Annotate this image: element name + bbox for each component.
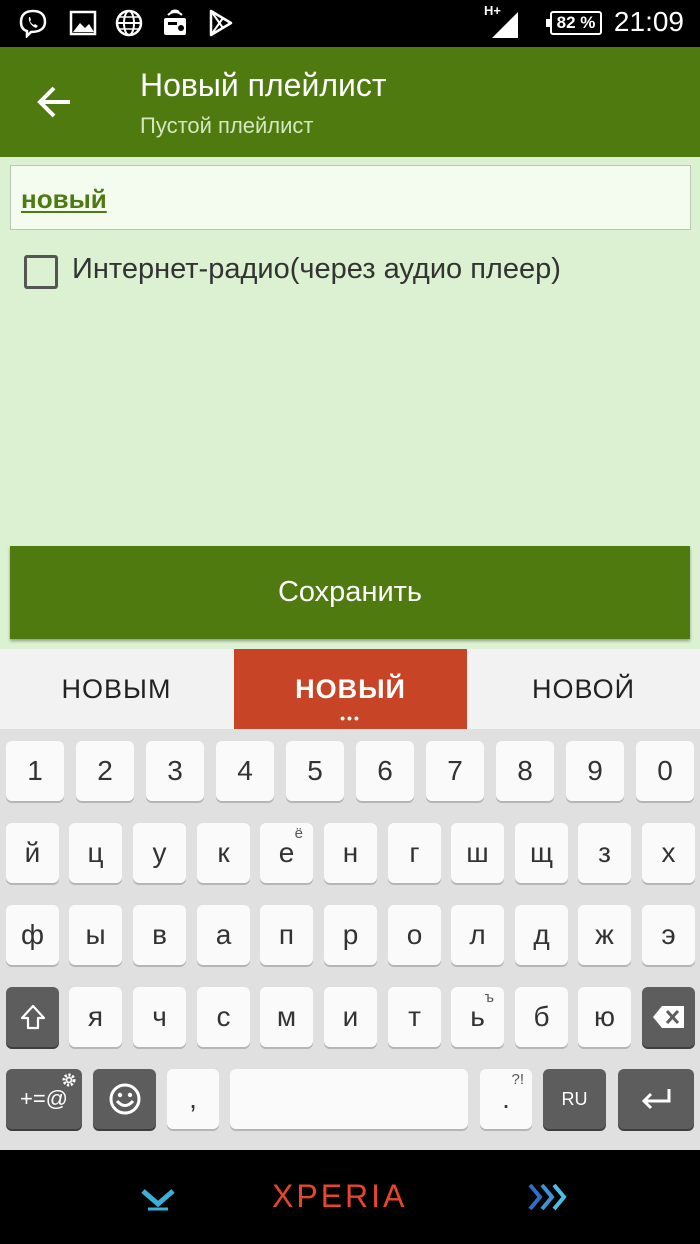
key-letter-label: ь (470, 1001, 485, 1032)
key-letter[interactable]: с (197, 987, 250, 1047)
image-icon (69, 10, 97, 36)
hide-keyboard-icon[interactable] (140, 1188, 176, 1212)
suggestion-bar: НОВЫМ НОВЫЙ ••• НОВОЙ (0, 649, 700, 729)
key-letter[interactable]: й (6, 823, 59, 883)
page-subtitle: Пустой плейлист (140, 113, 314, 138)
status-bar: H+ 82 % 21:09 (0, 0, 700, 47)
key-hint: ъ (484, 989, 494, 1006)
key-letter[interactable]: л (451, 905, 504, 965)
key-hint: ?! (511, 1071, 524, 1088)
key-letter[interactable]: ж (578, 905, 631, 965)
key-letter[interactable]: х (642, 823, 695, 883)
clock: 21:09 (613, 6, 684, 37)
key-letter[interactable]: о (388, 905, 441, 965)
key-letter[interactable]: у (133, 823, 186, 883)
key-letter[interactable]: г (388, 823, 441, 883)
playlist-name-input[interactable]: новый (10, 165, 691, 230)
signal-icon (492, 12, 518, 38)
save-button[interactable]: Сохранить (10, 546, 690, 639)
key-5[interactable]: 5 (286, 741, 344, 801)
symbols-key-label: +=@ (19, 1086, 69, 1111)
key-1[interactable]: 1 (6, 741, 64, 801)
key-3[interactable]: 3 (146, 741, 204, 801)
gear-icon (62, 1073, 76, 1087)
key-letter-e[interactable]: е ё (260, 823, 313, 883)
suggestion-item[interactable]: НОВЫМ (0, 649, 233, 729)
key-letter[interactable]: ы (69, 905, 122, 965)
key-letter[interactable]: н (324, 823, 377, 883)
key-letter[interactable]: ю (578, 987, 631, 1047)
playlist-form: новый Интернет-радио(через аудио плеер) … (0, 157, 700, 649)
playlist-name-value: новый (21, 184, 107, 214)
key-letter[interactable]: в (133, 905, 186, 965)
key-letter[interactable]: ч (133, 987, 186, 1047)
symbols-key[interactable]: +=@ (6, 1069, 82, 1129)
navigation-bar: XPERIA (0, 1150, 700, 1244)
key-7[interactable]: 7 (426, 741, 484, 801)
backspace-key[interactable] (642, 987, 695, 1047)
shift-icon (20, 1004, 45, 1030)
period-key[interactable]: . ?! (480, 1069, 532, 1129)
key-9[interactable]: 9 (566, 741, 624, 801)
key-letter[interactable]: ш (451, 823, 504, 883)
viber-icon (19, 9, 47, 38)
key-letter-label: е (278, 837, 295, 868)
key-6[interactable]: 6 (356, 741, 414, 801)
enter-key[interactable] (618, 1069, 694, 1129)
key-letter[interactable]: к (197, 823, 250, 883)
suggestion-item[interactable]: НОВОЙ (467, 649, 700, 729)
key-letter[interactable]: д (515, 905, 568, 965)
key-letter[interactable]: м (260, 987, 313, 1047)
key-letter[interactable]: щ (515, 823, 568, 883)
language-key[interactable]: RU (543, 1069, 606, 1129)
key-letter[interactable]: я (69, 987, 122, 1047)
suggestion-selected-label: НОВЫЙ (295, 673, 406, 704)
key-letter[interactable]: р (324, 905, 377, 965)
emoji-icon (109, 1083, 140, 1115)
battery-icon: 82 % (546, 11, 602, 35)
play-store-icon (209, 9, 233, 37)
internet-radio-label[interactable]: Интернет-радио(через аудио плеер) (72, 253, 561, 286)
key-letter-soft-sign[interactable]: ь ъ (451, 987, 504, 1047)
backspace-icon (652, 1006, 684, 1028)
key-letter[interactable]: ц (69, 823, 122, 883)
key-letter[interactable]: п (260, 905, 313, 965)
key-2[interactable]: 2 (76, 741, 134, 801)
key-letter[interactable]: б (515, 987, 568, 1047)
internet-radio-checkbox[interactable] (24, 255, 58, 289)
space-key[interactable] (230, 1069, 468, 1129)
comma-key[interactable]: , (167, 1069, 219, 1129)
radio-icon (164, 9, 186, 35)
xperia-logo: XPERIA (272, 1178, 408, 1214)
key-letter[interactable]: з (578, 823, 631, 883)
emoji-key[interactable] (93, 1069, 156, 1129)
page-title: Новый плейлист (140, 67, 387, 103)
back-arrow-icon[interactable] (34, 81, 76, 123)
enter-icon (641, 1089, 671, 1110)
key-0[interactable]: 0 (636, 741, 694, 801)
key-letter[interactable]: а (197, 905, 250, 965)
key-8[interactable]: 8 (496, 741, 554, 801)
app-bar: Новый плейлист Пустой плейлист (0, 47, 700, 157)
key-hint: ё (294, 825, 303, 842)
key-letter[interactable]: э (642, 905, 695, 965)
globe-icon (115, 9, 143, 37)
suggestion-item-selected[interactable]: НОВЫЙ ••• (234, 649, 467, 729)
period-key-label: . (502, 1083, 510, 1114)
key-letter[interactable]: т (388, 987, 441, 1047)
key-letter[interactable]: ф (6, 905, 59, 965)
shift-key[interactable] (6, 987, 59, 1047)
key-4[interactable]: 4 (216, 741, 274, 801)
recent-apps-icon[interactable] (526, 1180, 570, 1214)
keyboard: 1 2 3 4 5 6 7 8 9 0 й ц у к е ё н г ш щ … (0, 729, 700, 1150)
more-suggestions-icon: ••• (340, 710, 361, 726)
key-letter[interactable]: и (324, 987, 377, 1047)
